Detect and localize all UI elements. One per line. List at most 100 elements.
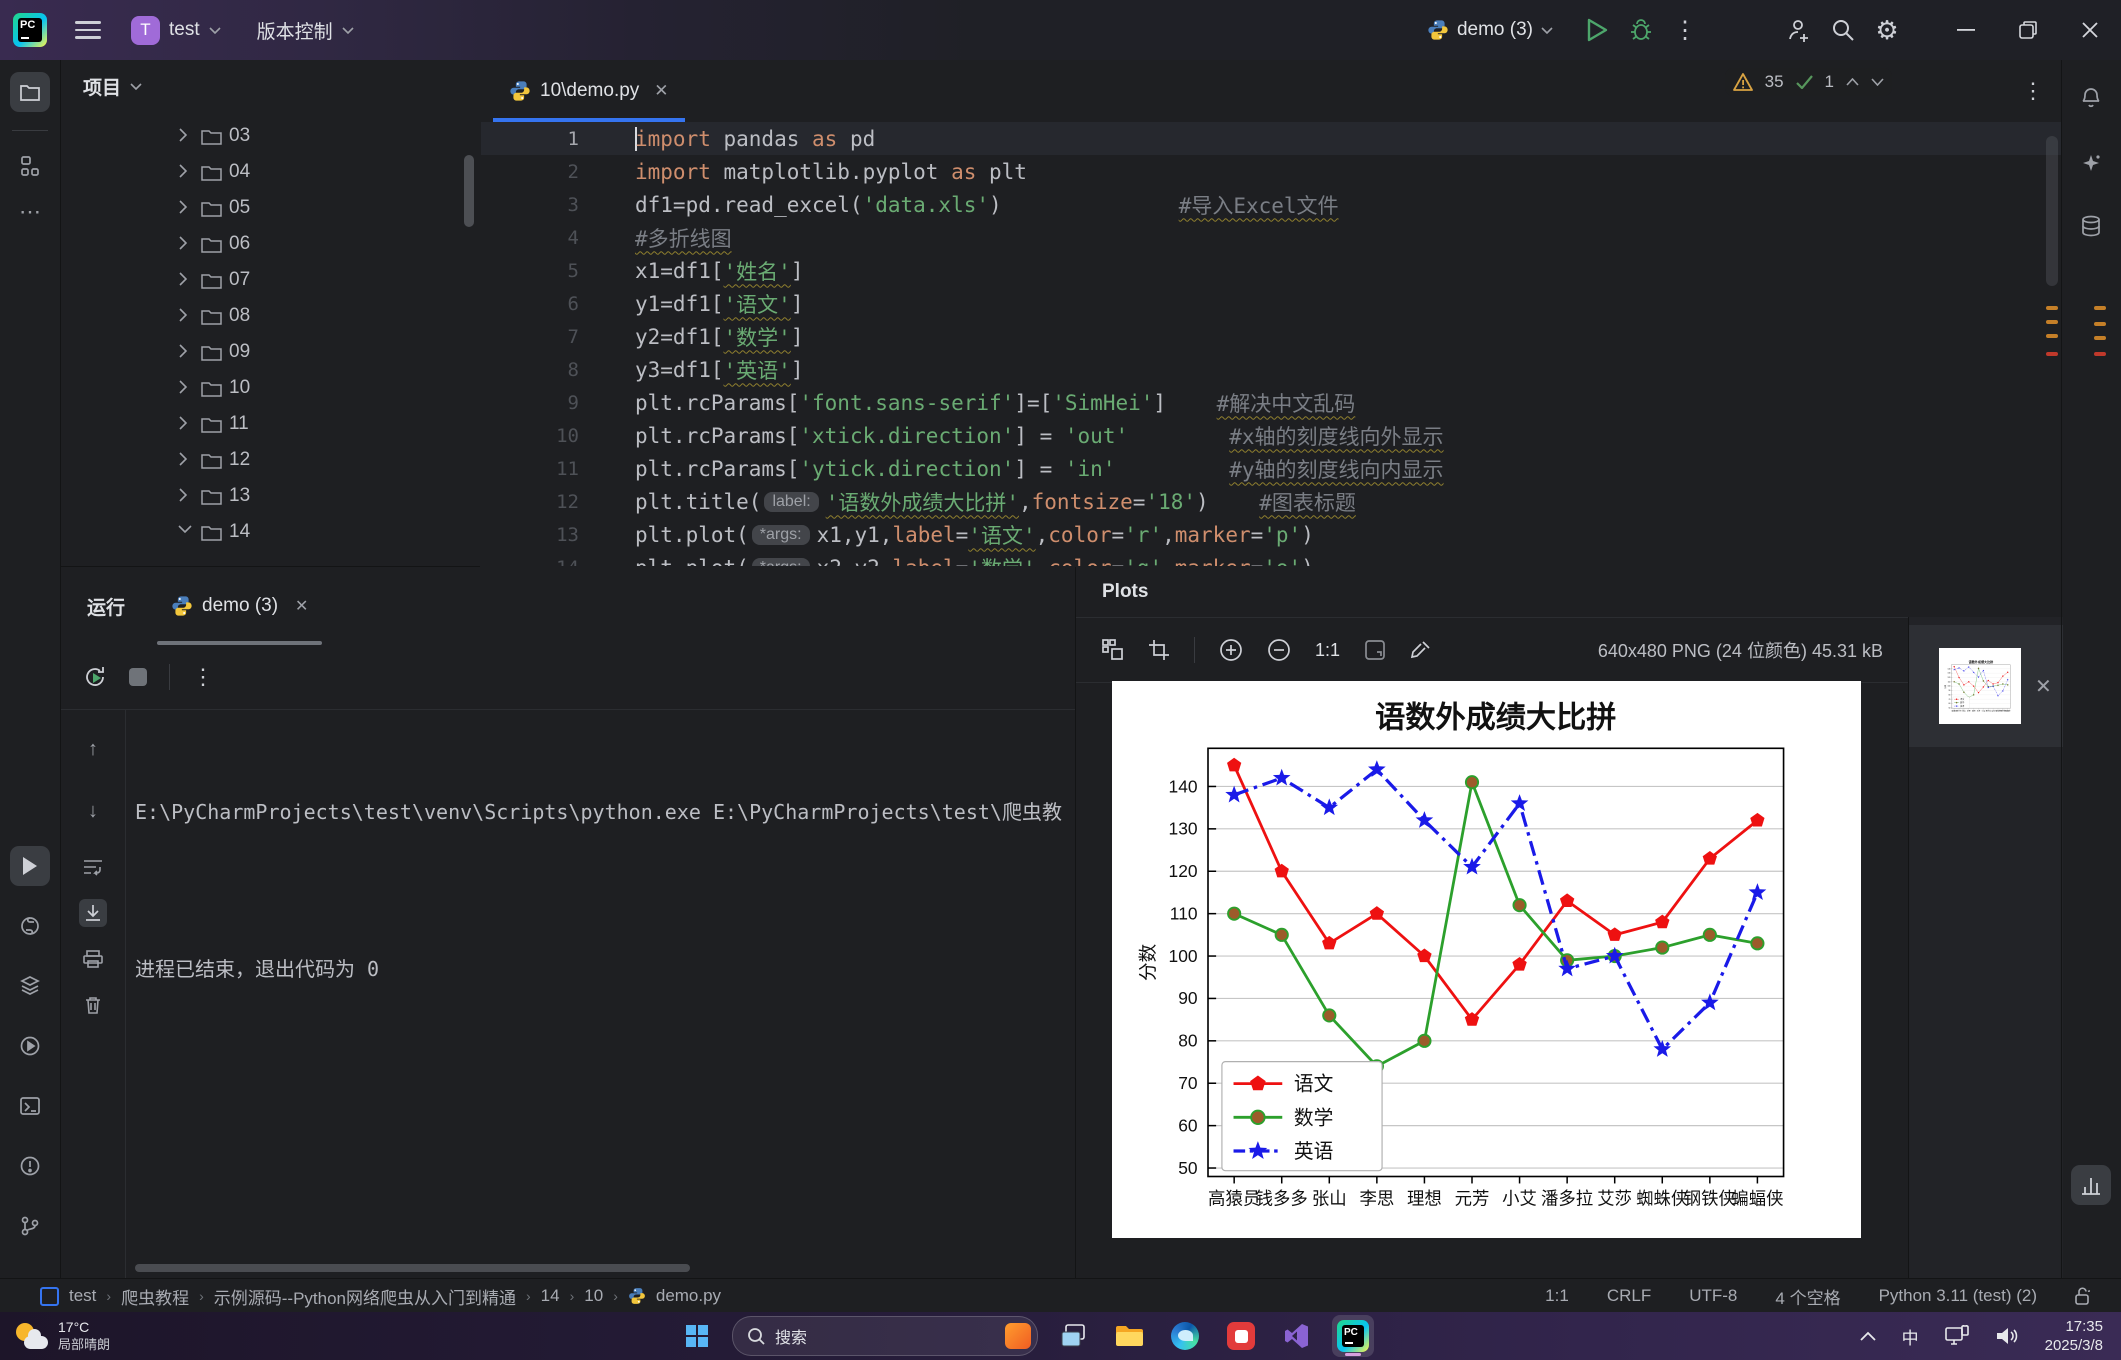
code-line-8[interactable]: 8 y3=df1['英语'] [481, 353, 2062, 386]
plot-thumbnail-row[interactable]: 50 60 70 80 90 100 110 120 130 140 高猿员 钱多多 张山 李思 理想 元芳小… [1909, 625, 2063, 747]
down-arrow-icon[interactable]: ↓ [79, 797, 107, 825]
close-icon[interactable]: ✕ [2035, 674, 2052, 699]
problems-icon[interactable] [10, 1146, 50, 1186]
run-tool-icon[interactable] [10, 846, 50, 886]
tree-item-05[interactable]: 05 [61, 190, 480, 226]
task-view-icon[interactable] [1052, 1315, 1094, 1357]
zoom-in-icon[interactable] [1219, 638, 1243, 662]
inspection-widget[interactable]: 35 1 [1724, 68, 1892, 96]
caret-position[interactable]: 1:1 [1545, 1286, 1569, 1306]
run-anything-icon[interactable] [10, 1026, 50, 1066]
close-icon[interactable]: ✕ [654, 81, 668, 101]
code-line-11[interactable]: 11 plt.rcParams['ytick.direction'] = 'in'… [481, 452, 2062, 485]
tree-scrollbar[interactable] [464, 155, 474, 227]
close-icon[interactable]: ✕ [295, 596, 308, 616]
breadcrumb-item[interactable]: 14 [541, 1286, 560, 1306]
debug-button[interactable] [1619, 8, 1663, 52]
zoom-out-icon[interactable] [1267, 638, 1291, 662]
up-arrow-icon[interactable]: ↑ [79, 735, 107, 763]
search-highlight-icon[interactable] [1005, 1323, 1031, 1349]
code-line-13[interactable]: 13 plt.plot(*args: x1,y1, label = '语文', color =… [481, 518, 2062, 551]
code-line-9[interactable]: 9 plt.rcParams['font.sans-serif']=['SimHe… [481, 386, 2062, 419]
chevron-right-icon[interactable] [178, 488, 194, 504]
chevron-right-icon[interactable] [178, 380, 194, 396]
chevron-right-icon[interactable] [178, 164, 194, 180]
tray-chevron-icon[interactable] [1859, 1331, 1876, 1341]
tree-item-04[interactable]: 04 [61, 154, 480, 190]
tree-item-13[interactable]: 13 [61, 478, 480, 514]
more-icon[interactable]: ⋮ [1663, 8, 1707, 52]
tree-item-07[interactable]: 07 [61, 262, 480, 298]
run-config-selector[interactable]: demo (3) [1427, 19, 1553, 41]
python-interpreter[interactable]: Python 3.11 (test) (2) [1879, 1286, 2037, 1306]
breadcrumb-item[interactable]: demo.py [656, 1286, 721, 1306]
breadcrumb-item[interactable]: test [69, 1286, 96, 1306]
windows-start-icon[interactable] [676, 1315, 718, 1357]
git-branch-icon[interactable] [10, 1206, 50, 1246]
chevron-right-icon[interactable] [178, 416, 194, 432]
run-tab[interactable]: demo (3) ✕ [157, 567, 323, 645]
vs-icon[interactable] [1276, 1315, 1318, 1357]
fit-window-icon[interactable] [1364, 639, 1386, 661]
lock-icon[interactable] [2075, 1287, 2091, 1305]
search-input[interactable]: 搜索 [732, 1316, 1038, 1356]
tree-item-09[interactable]: 09 [61, 334, 480, 370]
plot-image[interactable]: 50 60 70 80 90 100 110 120 130 140 高猿员 钱多多 张山 李思 理想 元芳小… [1112, 681, 1861, 1238]
run-button[interactable] [1575, 8, 1619, 52]
code-line-2[interactable]: 2 import matplotlib.pyplot as plt [481, 155, 2062, 188]
line-separator[interactable]: CRLF [1607, 1286, 1651, 1306]
edge-icon[interactable] [1164, 1315, 1206, 1357]
tree-item-12[interactable]: 12 [61, 442, 480, 478]
chevron-right-icon[interactable] [178, 272, 194, 288]
vcs-menu[interactable]: 版本控制 [257, 17, 354, 44]
minimize-icon[interactable] [1935, 0, 1997, 60]
soft-wrap-icon[interactable] [79, 853, 107, 881]
code-line-12[interactable]: 12 plt.title(label: '语数外成绩大比拼', fontsize = '1… [481, 485, 2062, 518]
code-line-14[interactable]: 14plt.plot(*args:x2,y2,label='数学',color=… [481, 551, 2062, 566]
ai-assistant-icon[interactable] [2071, 144, 2111, 184]
search-icon[interactable] [1821, 8, 1865, 52]
tree-item-11[interactable]: 11 [61, 406, 480, 442]
add-user-icon[interactable] [1777, 8, 1821, 52]
structure-icon[interactable] [10, 146, 50, 186]
database-icon[interactable] [2071, 206, 2111, 246]
python-packages-icon[interactable] [10, 906, 50, 946]
tab-options-icon[interactable]: ⋮ [2022, 78, 2044, 104]
code-line-6[interactable]: 6 y1=df1['语文'] [481, 287, 2062, 320]
chevron-right-icon[interactable] [178, 128, 194, 144]
indent-style[interactable]: 4 个空格 [1775, 1284, 1840, 1309]
file-encoding[interactable]: UTF-8 [1689, 1286, 1737, 1306]
bell-icon[interactable] [2071, 78, 2111, 118]
code-line-7[interactable]: 7 y2=df1['数学'] [481, 320, 2062, 353]
code-line-10[interactable]: 10 plt.rcParams['xtick.direction'] = 'out… [481, 419, 2062, 452]
tree-item-10[interactable]: 10 [61, 370, 480, 406]
rerun-icon[interactable] [83, 665, 107, 689]
more-icon[interactable]: ⋮ [192, 664, 214, 690]
chevron-right-icon[interactable] [178, 452, 194, 468]
tree-item-08[interactable]: 08 [61, 298, 480, 334]
close-icon[interactable] [2059, 0, 2121, 60]
weather-widget[interactable]: 17°C 局部晴朗 [14, 1319, 110, 1353]
breadcrumb[interactable]: test › 爬虫教程 › 示例源码--Python网络爬虫从入门到精通 › 14 › 10 › d… [40, 1284, 721, 1309]
scroll-end-icon[interactable] [79, 899, 107, 927]
project-tool-icon[interactable] [10, 72, 50, 112]
code-line-4[interactable]: 4 #多折线图 [481, 221, 2062, 254]
code-line-3[interactable]: 3 df1=pd.read_excel('data.xls') #导入Excel文… [481, 188, 2062, 221]
speaker-icon[interactable] [1995, 1325, 2019, 1347]
chevron-right-icon[interactable] [178, 344, 194, 360]
console[interactable]: ↑ ↓ E:\PyCharmProjects\test\venv\Scripts… [61, 709, 1075, 1278]
code-line-5[interactable]: 5 x1=df1['姓名'] [481, 254, 2062, 287]
network-icon[interactable] [1944, 1325, 1969, 1347]
plot-thumbnail[interactable]: 50 60 70 80 90 100 110 120 130 140 高猿员 钱多多 张山 李思 理想 元芳小… [1939, 648, 2021, 724]
tree-item-03[interactable]: 03 [61, 118, 480, 154]
chevron-right-icon[interactable] [178, 200, 194, 216]
breadcrumb-item[interactable]: 10 [584, 1286, 603, 1306]
chevron-right-icon[interactable] [178, 236, 194, 252]
editor-scrollbar[interactable] [2046, 136, 2058, 286]
eyedropper-icon[interactable] [1410, 639, 1432, 661]
ime-icon[interactable]: 中 [1902, 1324, 1919, 1349]
chevron-down-icon[interactable] [178, 524, 194, 540]
pycharm-taskbar-icon[interactable]: PC [1332, 1315, 1374, 1357]
maximize-icon[interactable] [1997, 0, 2059, 60]
editor-tab[interactable]: 10\demo.py ✕ [493, 60, 685, 122]
